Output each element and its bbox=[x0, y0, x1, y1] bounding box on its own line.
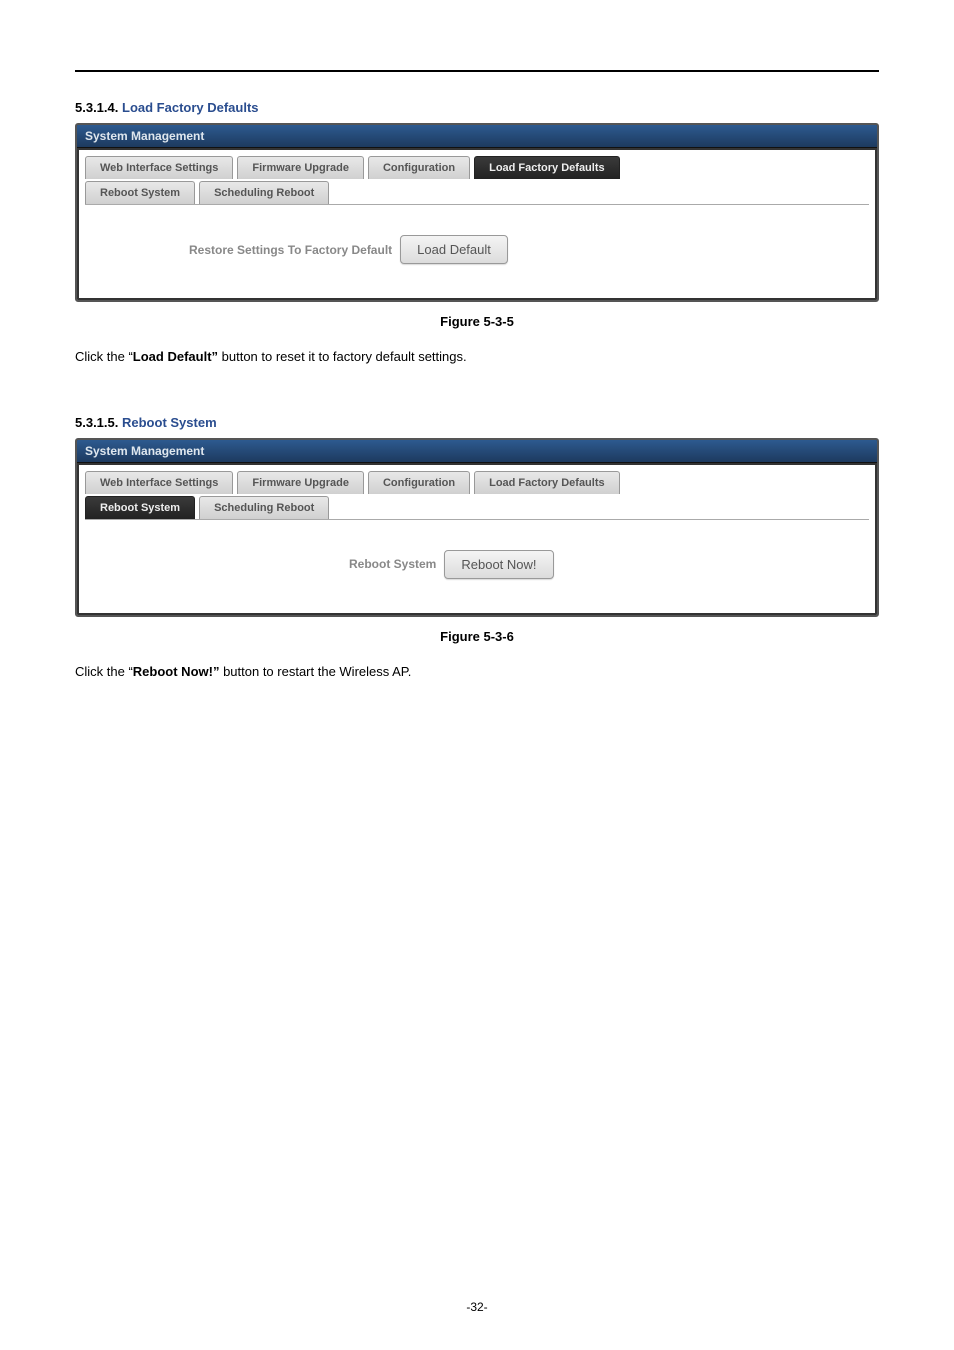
figure-5-3-5-caption: Figure 5-3-5 bbox=[75, 314, 879, 329]
tab-web-interface-settings[interactable]: Web Interface Settings bbox=[85, 156, 233, 179]
body-prefix-2: Click the “ bbox=[75, 664, 133, 679]
section-2-body-text: Click the “Reboot Now!” button to restar… bbox=[75, 662, 879, 682]
restore-row: Restore Settings To Factory Default Load… bbox=[89, 235, 865, 264]
section-1-number: 5.3.1.4. bbox=[75, 100, 118, 115]
tab-scheduling-reboot[interactable]: Scheduling Reboot bbox=[199, 181, 329, 204]
tab-configuration[interactable]: Configuration bbox=[368, 156, 470, 179]
panel-1-tabs-row-2: Reboot System Scheduling Reboot bbox=[79, 179, 875, 204]
panel-2-body: Web Interface Settings Firmware Upgrade … bbox=[77, 463, 877, 615]
section-2-title: Reboot System bbox=[122, 415, 217, 430]
load-default-button[interactable]: Load Default bbox=[400, 235, 508, 264]
section-1-body-text: Click the “Load Default” button to reset… bbox=[75, 347, 879, 367]
section-2-heading: 5.3.1.5. Reboot System bbox=[75, 415, 879, 430]
body-prefix-1: Click the “ bbox=[75, 349, 133, 364]
section-1-title: Load Factory Defaults bbox=[122, 100, 259, 115]
panel-2: System Management Web Interface Settings… bbox=[75, 438, 879, 617]
body-bold-2: Reboot Now!” bbox=[133, 664, 220, 679]
tab-reboot-system[interactable]: Reboot System bbox=[85, 181, 195, 204]
panel-2-tabs-row-1: Web Interface Settings Firmware Upgrade … bbox=[79, 465, 875, 494]
body-suffix-1: button to reset it to factory default se… bbox=[218, 349, 467, 364]
tab-firmware-upgrade[interactable]: Firmware Upgrade bbox=[237, 156, 364, 179]
panel-1-title: System Management bbox=[77, 125, 877, 148]
tab-web-interface-settings-2[interactable]: Web Interface Settings bbox=[85, 471, 233, 494]
tab-firmware-upgrade-2[interactable]: Firmware Upgrade bbox=[237, 471, 364, 494]
tab-reboot-system-2[interactable]: Reboot System bbox=[85, 496, 195, 519]
reboot-now-button[interactable]: Reboot Now! bbox=[444, 550, 553, 579]
page-top-rule bbox=[75, 70, 879, 72]
tab-load-factory-defaults-2[interactable]: Load Factory Defaults bbox=[474, 471, 620, 494]
tab-scheduling-reboot-2[interactable]: Scheduling Reboot bbox=[199, 496, 329, 519]
section-1-heading: 5.3.1.4. Load Factory Defaults bbox=[75, 100, 879, 115]
panel-2-tabs-row-2: Reboot System Scheduling Reboot bbox=[79, 494, 875, 519]
reboot-label: Reboot System bbox=[349, 557, 436, 571]
panel-1: System Management Web Interface Settings… bbox=[75, 123, 879, 302]
page-footer: -32- bbox=[0, 1300, 954, 1314]
tab-configuration-2[interactable]: Configuration bbox=[368, 471, 470, 494]
body-bold-1: Load Default” bbox=[133, 349, 218, 364]
figure-5-3-6-caption: Figure 5-3-6 bbox=[75, 629, 879, 644]
panel-1-tabs-row-1: Web Interface Settings Firmware Upgrade … bbox=[79, 150, 875, 179]
tab-load-factory-defaults[interactable]: Load Factory Defaults bbox=[474, 156, 620, 179]
body-suffix-2: button to restart the Wireless AP. bbox=[219, 664, 411, 679]
panel-2-title: System Management bbox=[77, 440, 877, 463]
section-2-number: 5.3.1.5. bbox=[75, 415, 118, 430]
panel-2-content: Reboot System Reboot Now! bbox=[79, 520, 875, 613]
panel-1-content: Restore Settings To Factory Default Load… bbox=[79, 205, 875, 298]
panel-1-body: Web Interface Settings Firmware Upgrade … bbox=[77, 148, 877, 300]
restore-label: Restore Settings To Factory Default bbox=[189, 243, 392, 257]
reboot-row: Reboot System Reboot Now! bbox=[89, 550, 865, 579]
